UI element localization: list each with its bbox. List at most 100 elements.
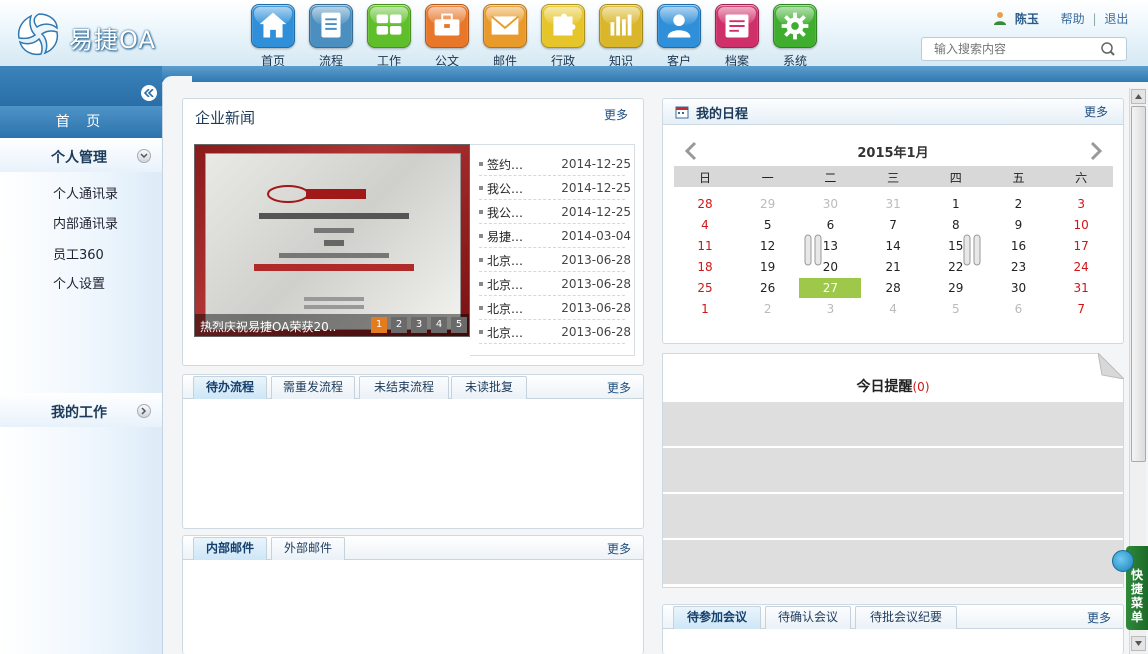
calendar-day[interactable]: 25 — [674, 278, 736, 298]
news-title: 企业新闻 — [195, 109, 256, 127]
calendar-day[interactable]: 3 — [1050, 194, 1112, 214]
tab-todo-flow[interactable]: 待办流程 — [193, 376, 267, 399]
reminder-title-text: 今日提醒 — [856, 379, 913, 395]
news-item[interactable]: 北京… 2013-06-28 — [479, 272, 631, 296]
calendar-day[interactable]: 9 — [988, 215, 1050, 235]
news-item[interactable]: 签约… 2014-12-25 — [479, 152, 631, 176]
news-item[interactable]: 我公… 2014-12-25 — [479, 176, 631, 200]
mail-more-link[interactable]: 更多 — [607, 540, 631, 557]
calendar-day[interactable]: 28 — [674, 194, 736, 214]
news-item[interactable]: 北京… 2013-06-28 — [479, 320, 631, 344]
search-icon[interactable] — [1096, 41, 1120, 57]
news-item[interactable]: 北京… 2013-06-28 — [479, 248, 631, 272]
sidebar-item-personal-settings[interactable]: 个人设置 — [53, 273, 105, 292]
news-slideshow[interactable]: 热烈庆祝易捷OA荣获20.. 1 2 3 4 5 — [194, 144, 470, 337]
logo[interactable]: 易捷OA — [15, 10, 180, 60]
sidebar-home[interactable]: 首 页 — [0, 106, 162, 138]
sidebar-item-employee-360[interactable]: 员工360 — [53, 244, 104, 263]
scroll-up-icon[interactable] — [1131, 89, 1146, 104]
nav-item-briefcase[interactable]: 公文 — [424, 4, 470, 69]
calendar-day[interactable]: 30 — [799, 194, 861, 214]
nav-item-puzzle[interactable]: 行政 — [540, 4, 586, 69]
calendar-day[interactable]: 7 — [1050, 299, 1112, 319]
calendar-day[interactable]: 4 — [674, 215, 736, 235]
help-link[interactable]: 帮助 — [1061, 12, 1085, 26]
quick-menu[interactable]: 快捷菜单 — [1112, 546, 1148, 630]
calendar-day[interactable]: 23 — [988, 257, 1050, 277]
flow-more-link[interactable]: 更多 — [607, 379, 631, 396]
calendar-day[interactable]: 6 — [988, 299, 1050, 319]
calendar-day[interactable]: 3 — [799, 299, 861, 319]
calendar-day[interactable]: 1 — [674, 299, 736, 319]
tab-resend-flow[interactable]: 需重发流程 — [271, 376, 355, 399]
sidebar-section-personal[interactable]: 个人管理 — [0, 138, 162, 172]
news-item[interactable]: 我公… 2014-12-25 — [479, 200, 631, 224]
nav-item-work[interactable]: 工作 — [366, 4, 412, 69]
calendar-day[interactable]: 7 — [862, 215, 924, 235]
news-more-link[interactable]: 更多 — [604, 106, 628, 123]
calendar-day[interactable]: 30 — [988, 278, 1050, 298]
calendar-day[interactable]: 31 — [862, 194, 924, 214]
tab-meetings-to-attend[interactable]: 待参加会议 — [673, 606, 761, 629]
calendar-day[interactable]: 8 — [925, 215, 987, 235]
logout-link[interactable]: 退出 — [1104, 12, 1128, 26]
calendar-day[interactable]: 19 — [737, 257, 799, 277]
sidebar-item-personal-contacts[interactable]: 个人通讯录 — [53, 183, 118, 202]
news-page-1[interactable]: 1 — [371, 317, 387, 333]
tab-minutes-to-approve[interactable]: 待批会议纪要 — [855, 606, 957, 629]
meeting-more-link[interactable]: 更多 — [1087, 609, 1111, 626]
calendar-day[interactable]: 17 — [1050, 236, 1112, 256]
nav-item-archive[interactable]: 档案 — [714, 4, 760, 69]
calendar-day[interactable]: 5 — [737, 215, 799, 235]
news-page-5[interactable]: 5 — [451, 317, 467, 333]
calendar-day[interactable]: 16 — [988, 236, 1050, 256]
calendar-day[interactable]: 4 — [862, 299, 924, 319]
tab-internal-mail[interactable]: 内部邮件 — [193, 537, 267, 560]
nav-item-knowledge[interactable]: 知识 — [598, 4, 644, 69]
calendar-day[interactable]: 1 — [925, 194, 987, 214]
gear-icon — [773, 4, 817, 48]
calendar-day[interactable]: 12 — [737, 236, 799, 256]
news-page-3[interactable]: 3 — [411, 317, 427, 333]
nav-item-gear[interactable]: 系统 — [772, 4, 818, 69]
schedule-more-link[interactable]: 更多 — [1084, 103, 1108, 120]
calendar-day[interactable]: 28 — [862, 278, 924, 298]
calendar-day[interactable]: 29 — [737, 194, 799, 214]
calendar-day[interactable]: 11 — [674, 236, 736, 256]
tab-meetings-to-confirm[interactable]: 待确认会议 — [765, 606, 851, 629]
calendar-day[interactable]: 10 — [1050, 215, 1112, 235]
nav-item-home[interactable]: 首页 — [250, 4, 296, 69]
calendar-day[interactable]: 27 — [799, 278, 862, 298]
tab-unread-reply[interactable]: 未读批复 — [451, 376, 527, 399]
weekday-header: 日一二三四五六 — [674, 166, 1113, 187]
sidebar-item-internal-contacts[interactable]: 内部通讯录 — [53, 213, 118, 232]
user-name[interactable]: 陈玉 — [1015, 12, 1039, 26]
tab-external-mail[interactable]: 外部邮件 — [271, 537, 345, 560]
news-caption[interactable]: 热烈庆祝易捷OA荣获20.. — [200, 318, 336, 335]
search-input[interactable] — [922, 38, 1090, 60]
scroll-thumb[interactable] — [1131, 106, 1146, 462]
calendar-day[interactable]: 18 — [674, 257, 736, 277]
tab-unfinished-flow[interactable]: 未结束流程 — [359, 376, 449, 399]
nav-item-flow[interactable]: 流程 — [308, 4, 354, 69]
calendar-day[interactable]: 29 — [925, 278, 987, 298]
news-item[interactable]: 北京… 2013-06-28 — [479, 296, 631, 320]
calendar-day[interactable]: 2 — [737, 299, 799, 319]
calendar-day[interactable]: 24 — [1050, 257, 1112, 277]
sidebar-section-my-work[interactable]: 我的工作 — [0, 393, 162, 427]
news-page-4[interactable]: 4 — [431, 317, 447, 333]
calendar-day[interactable]: 31 — [1050, 278, 1112, 298]
nav-item-mail[interactable]: 邮件 — [482, 4, 528, 69]
collapse-sidebar-icon[interactable] — [141, 85, 157, 101]
scroll-down-icon[interactable] — [1131, 636, 1146, 651]
calendar-day[interactable]: 26 — [737, 278, 799, 298]
nav-item-customer[interactable]: 客户 — [656, 4, 702, 69]
news-page-2[interactable]: 2 — [391, 317, 407, 333]
calendar-day[interactable]: 6 — [799, 215, 861, 235]
calendar-day[interactable]: 14 — [862, 236, 924, 256]
next-month-icon[interactable] — [1088, 141, 1104, 161]
news-item[interactable]: 易捷… 2014-03-04 — [479, 224, 631, 248]
calendar-day[interactable]: 2 — [988, 194, 1050, 214]
calendar-day[interactable]: 21 — [862, 257, 924, 277]
calendar-day[interactable]: 5 — [925, 299, 987, 319]
